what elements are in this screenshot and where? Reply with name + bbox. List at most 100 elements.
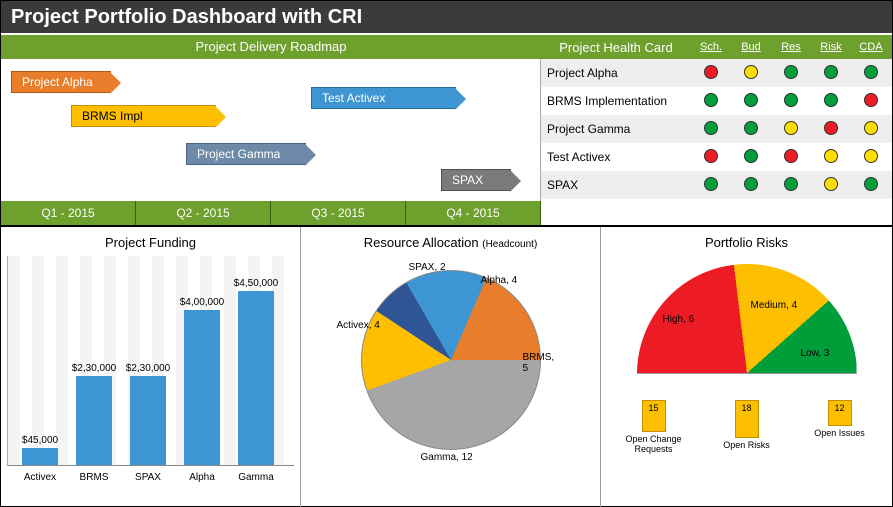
status-green-icon bbox=[824, 93, 838, 107]
funding-category-label: Alpha bbox=[174, 472, 230, 483]
health-row: BRMS Implementation bbox=[541, 87, 892, 115]
health-row: SPAX bbox=[541, 171, 892, 199]
risks-title: Portfolio Risks bbox=[607, 235, 886, 250]
roadmap-header: Project Delivery Roadmap bbox=[1, 35, 541, 59]
status-yellow-icon bbox=[824, 149, 838, 163]
status-yellow-icon bbox=[864, 149, 878, 163]
funding-value-label: $2,30,000 bbox=[64, 363, 124, 374]
health-header: Project Health Card bbox=[541, 40, 691, 55]
funding-category-label: SPAX bbox=[120, 472, 176, 483]
status-yellow-icon bbox=[824, 177, 838, 191]
status-dot bbox=[851, 149, 891, 166]
open-metrics-row: 15Open Change Requests18Open Risks 12 Open… bbox=[607, 400, 886, 454]
status-dot bbox=[811, 65, 851, 82]
status-red-icon bbox=[784, 149, 798, 163]
roadmap-bar-1[interactable]: BRMS Impl bbox=[71, 105, 216, 127]
status-dot bbox=[851, 65, 891, 82]
funding-title: Project Funding bbox=[7, 235, 294, 250]
status-dot bbox=[811, 149, 851, 166]
status-red-icon bbox=[704, 65, 718, 79]
status-dot bbox=[771, 177, 811, 194]
status-dot bbox=[691, 121, 731, 138]
status-dot bbox=[771, 65, 811, 82]
health-row: Project Alpha bbox=[541, 59, 892, 87]
roadmap-bar-3[interactable]: Project Gamma bbox=[186, 143, 306, 165]
status-green-icon bbox=[784, 93, 798, 107]
status-yellow-icon bbox=[784, 121, 798, 135]
funding-panel: Project Funding $45,000Activex$2,30,000B… bbox=[1, 227, 301, 507]
health-row: Project Gamma bbox=[541, 115, 892, 143]
project-name: SPAX bbox=[541, 178, 691, 192]
status-dot bbox=[691, 93, 731, 110]
funding-value-label: $45,000 bbox=[10, 435, 70, 446]
status-dot bbox=[811, 121, 851, 138]
status-dot bbox=[771, 93, 811, 110]
status-dot bbox=[771, 149, 811, 166]
roadmap-bar-2[interactable]: Test Activex bbox=[311, 87, 456, 109]
status-dot bbox=[851, 121, 891, 138]
col-sch: Sch. bbox=[691, 41, 731, 53]
status-dot bbox=[771, 121, 811, 138]
open-metric-label: Open Issues bbox=[800, 428, 880, 438]
status-dot bbox=[731, 65, 771, 82]
section-header-row: Project Delivery Roadmap Project Health … bbox=[1, 35, 892, 59]
status-red-icon bbox=[864, 93, 878, 107]
status-dot bbox=[731, 177, 771, 194]
open-metric: 12 Open Issues bbox=[800, 400, 880, 454]
col-cda: CDA bbox=[851, 41, 891, 53]
pie-slice-label: SPAX, 2 bbox=[409, 262, 446, 273]
col-risk: Risk bbox=[811, 41, 851, 53]
project-name: Project Alpha bbox=[541, 66, 691, 80]
open-metric-bar: 15 bbox=[642, 400, 666, 432]
status-dot bbox=[691, 65, 731, 82]
status-dot bbox=[731, 93, 771, 110]
health-panel: Project Alpha BRMS ImplementationProject … bbox=[541, 59, 892, 225]
status-dot bbox=[731, 121, 771, 138]
status-green-icon bbox=[704, 177, 718, 191]
quarter-axis: Q1 - 2015 Q2 - 2015 Q3 - 2015 Q4 - 2015 bbox=[1, 201, 541, 225]
status-dot bbox=[811, 93, 851, 110]
status-dot bbox=[691, 149, 731, 166]
status-dot bbox=[851, 93, 891, 110]
status-green-icon bbox=[864, 65, 878, 79]
funding-bar-brms bbox=[76, 376, 112, 465]
pie-slice-label: Gamma, 12 bbox=[421, 452, 473, 463]
funding-bar-alpha bbox=[184, 310, 220, 465]
status-green-icon bbox=[784, 65, 798, 79]
col-bud: Bud bbox=[731, 41, 771, 53]
resource-title: Resource Allocation (Headcount) bbox=[307, 235, 594, 250]
funding-category-label: Activex bbox=[12, 472, 68, 483]
status-dot bbox=[731, 149, 771, 166]
resource-panel: Resource Allocation (Headcount) Alpha, 4… bbox=[301, 227, 601, 507]
q3-label: Q3 - 2015 bbox=[271, 201, 406, 225]
pie-slice-label: Activex, 4 bbox=[337, 320, 380, 331]
status-green-icon bbox=[824, 65, 838, 79]
risk-slice-label: Low, 3 bbox=[801, 348, 830, 359]
project-name: Test Activex bbox=[541, 150, 691, 164]
roadmap-bar-4[interactable]: SPAX bbox=[441, 169, 511, 191]
status-dot bbox=[811, 177, 851, 194]
health-row: Test Activex bbox=[541, 143, 892, 171]
q4-label: Q4 - 2015 bbox=[406, 201, 541, 225]
funding-bar-spax bbox=[130, 376, 166, 465]
open-metric-bar: 12 bbox=[828, 400, 852, 426]
open-metric: 18Open Risks bbox=[707, 400, 787, 454]
status-red-icon bbox=[704, 149, 718, 163]
risks-panel: Portfolio Risks High, 6Medium, 4Low, 3 1… bbox=[601, 227, 892, 507]
open-metric: 15Open Change Requests bbox=[614, 400, 694, 454]
status-green-icon bbox=[784, 177, 798, 191]
status-green-icon bbox=[744, 93, 758, 107]
pie-slice-label: BRMS, 5 bbox=[523, 352, 555, 374]
col-res: Res bbox=[771, 41, 811, 53]
funding-category-label: Gamma bbox=[228, 472, 284, 483]
open-metric-bar: 18 bbox=[735, 400, 759, 438]
health-header-row: Project Health Card Sch. Bud Res Risk CD… bbox=[541, 35, 892, 59]
page-title: Project Portfolio Dashboard with CRI bbox=[1, 1, 892, 35]
status-dot bbox=[691, 177, 731, 194]
roadmap-bar-0[interactable]: Project Alpha bbox=[11, 71, 111, 93]
funding-value-label: $2,30,000 bbox=[118, 363, 178, 374]
risk-slice-label: High, 6 bbox=[663, 314, 695, 325]
status-yellow-icon bbox=[864, 121, 878, 135]
status-green-icon bbox=[864, 177, 878, 191]
funding-value-label: $4,00,000 bbox=[172, 297, 232, 308]
